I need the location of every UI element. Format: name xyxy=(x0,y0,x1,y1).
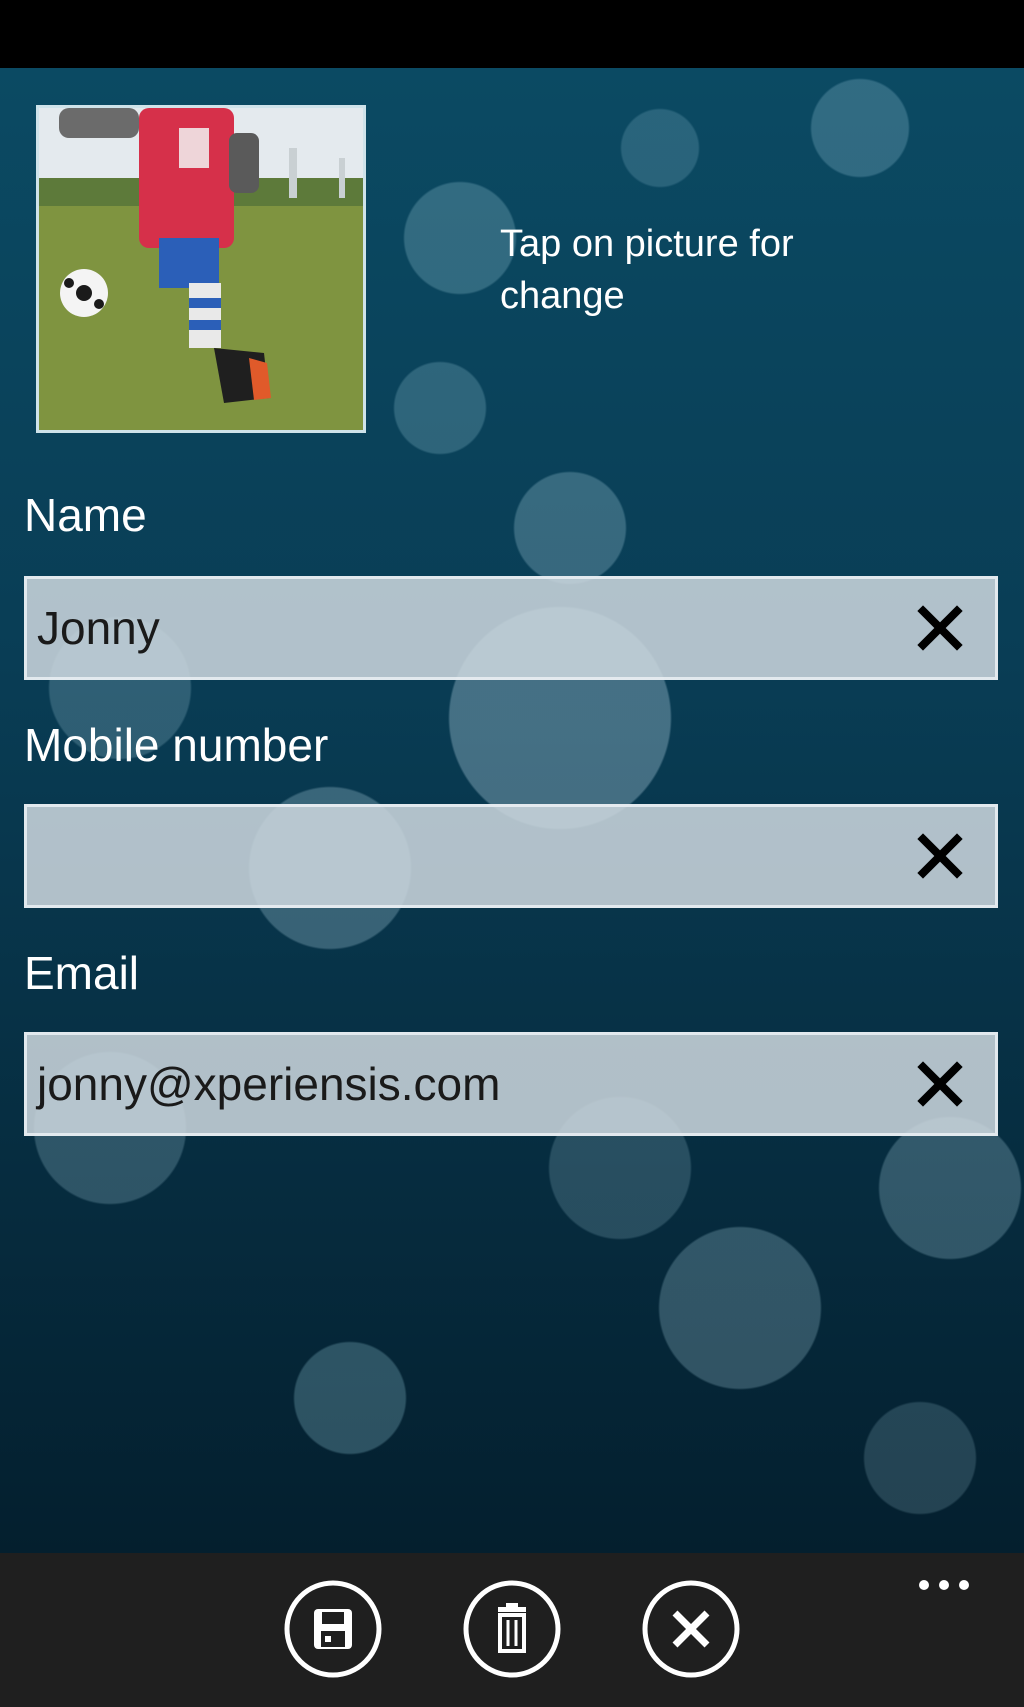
edit-contact-page: Tap on picture for change Name Jonny Mob… xyxy=(0,68,1024,1553)
email-label: Email xyxy=(24,947,140,999)
email-field[interactable]: jonny@xperiensis.com xyxy=(24,1032,998,1136)
more-options-icon[interactable] xyxy=(914,1573,974,1597)
app-bar xyxy=(0,1553,1024,1707)
clear-email-icon[interactable] xyxy=(915,1059,965,1109)
email-value: jonny@xperiensis.com xyxy=(37,1058,501,1110)
tap-picture-hint: Tap on picture for change xyxy=(500,223,794,317)
cancel-icon[interactable] xyxy=(641,1579,741,1679)
soccer-kid-photo xyxy=(39,108,363,430)
status-bar xyxy=(0,0,1024,68)
clear-name-icon[interactable] xyxy=(915,603,965,653)
mobile-label: Mobile number xyxy=(24,719,329,771)
clear-mobile-icon[interactable] xyxy=(915,831,965,881)
name-value: Jonny xyxy=(37,602,160,654)
mobile-field[interactable] xyxy=(24,804,998,908)
save-icon[interactable] xyxy=(283,1579,383,1679)
delete-icon[interactable] xyxy=(462,1579,562,1679)
profile-picture[interactable] xyxy=(36,105,366,433)
name-label: Name xyxy=(24,489,147,541)
name-field[interactable]: Jonny xyxy=(24,576,998,680)
